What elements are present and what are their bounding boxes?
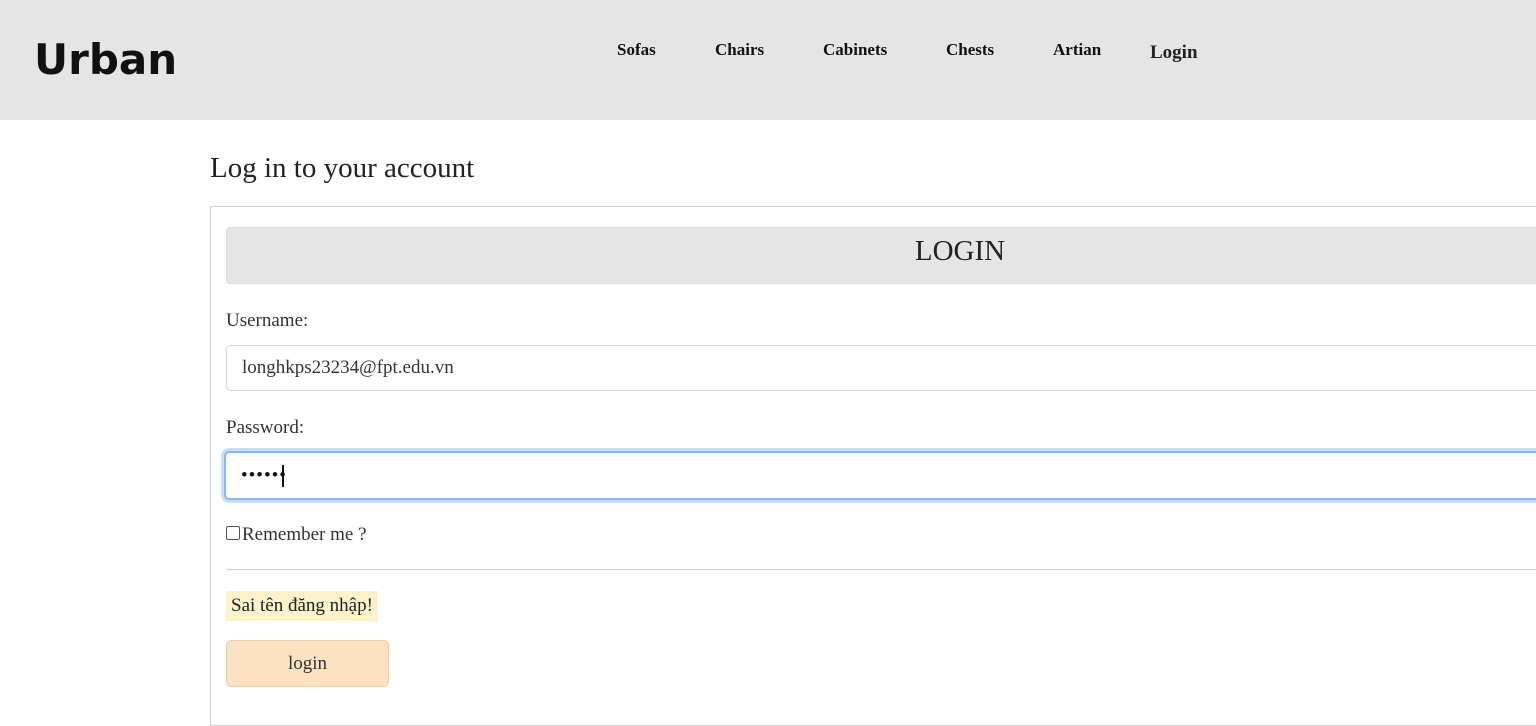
- nav-link-chairs[interactable]: Chairs: [715, 40, 764, 60]
- nav-link-chests[interactable]: Chests: [946, 40, 994, 60]
- username-input[interactable]: [226, 345, 1536, 391]
- error-message: Sai tên đăng nhập!: [226, 591, 378, 621]
- brand-logo[interactable]: Urban: [34, 34, 177, 86]
- username-label: Username:: [226, 310, 309, 331]
- nav-link-cabinets[interactable]: Cabinets: [823, 40, 887, 60]
- text-caret: [282, 465, 284, 487]
- top-navbar: Urban Sofas Chairs Cabinets Chests Artia…: [0, 0, 1536, 120]
- login-submit-button[interactable]: login: [226, 640, 389, 687]
- form-divider: [226, 569, 1536, 570]
- password-label: Password:: [226, 417, 305, 438]
- nav-link-artian[interactable]: Artian: [1053, 40, 1101, 60]
- remember-me-label[interactable]: Remember me ?: [242, 524, 367, 546]
- nav-link-login[interactable]: Login: [1150, 42, 1198, 64]
- password-input[interactable]: [224, 451, 1536, 500]
- login-card-title: LOGIN: [914, 235, 1006, 267]
- nav-link-sofas[interactable]: Sofas: [617, 40, 656, 60]
- page-title: Log in to your account: [210, 152, 475, 184]
- remember-me-checkbox[interactable]: [226, 526, 240, 540]
